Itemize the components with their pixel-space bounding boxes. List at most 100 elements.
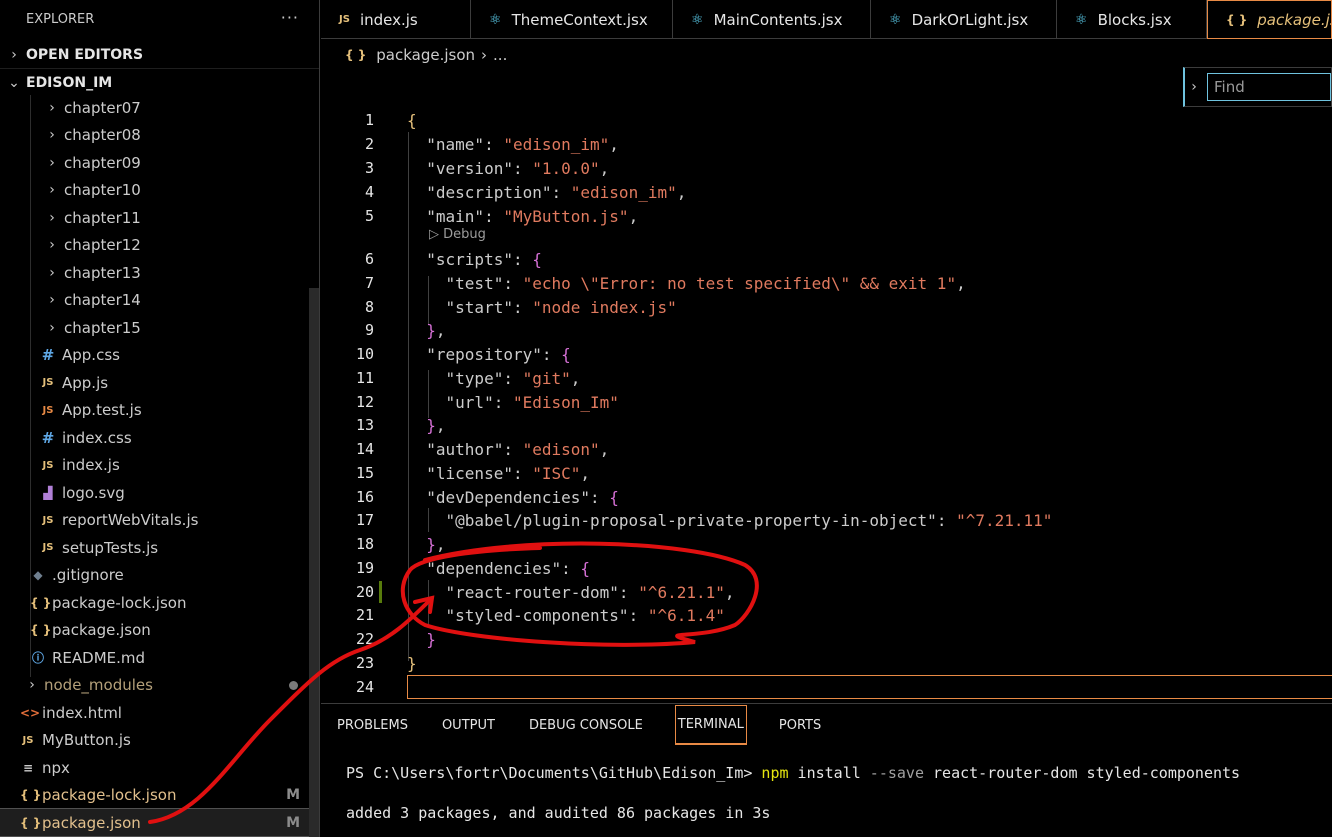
- tab-output[interactable]: OUTPUT: [440, 704, 497, 746]
- file-tree-item-label: index.css: [62, 428, 132, 447]
- file-tree-item[interactable]: ◆ .gitignore: [0, 562, 319, 589]
- file-tree-item-label: setupTests.js: [62, 538, 159, 557]
- tab-label: MainContents.jsx: [713, 10, 843, 29]
- code-line: 9 },: [364, 320, 446, 340]
- file-tree-item-label: reportWebVitals.js: [62, 511, 199, 529]
- chevron-right-icon: ›: [49, 292, 55, 308]
- file-tree-item[interactable]: › chapter13: [0, 259, 319, 286]
- file-tree-item[interactable]: JS MyButton.js: [0, 727, 319, 754]
- breadcrumb-file[interactable]: package.json: [376, 46, 475, 64]
- js-file-icon: JS: [22, 734, 34, 746]
- react-icon: ⚛: [889, 11, 902, 28]
- file-tree-item[interactable]: <> index.html: [0, 699, 319, 726]
- file-tree-item[interactable]: # App.css: [0, 342, 319, 369]
- terminal-prompt: PS C:\Users\fortr\Documents\GitHub\Ediso…: [346, 764, 762, 782]
- code-line: 7 "test": "echo \"Error: no test specifi…: [364, 273, 966, 293]
- sidebar-scrollbar[interactable]: [309, 288, 319, 837]
- file-tree-item-label: App.test.js: [62, 401, 142, 419]
- file-tree-item-label: index.html: [42, 703, 122, 722]
- file-tree-item[interactable]: { } package.json: [0, 617, 319, 644]
- file-tree-item-label: chapter12: [64, 236, 141, 254]
- file-tree-item[interactable]: JS setupTests.js: [0, 534, 319, 561]
- gitignore-icon: ◆: [33, 568, 43, 582]
- find-input[interactable]: [1207, 73, 1331, 101]
- workspace-root-label: EDISON_IM: [26, 74, 113, 91]
- debug-codelens[interactable]: ▷ Debug: [429, 227, 486, 242]
- tab-darkorlight-jsx[interactable]: ⚛ DarkOrLight.jsx: [871, 0, 1057, 39]
- html-file-icon: <>: [20, 705, 41, 720]
- breadcrumb-separator-icon: ›: [481, 46, 488, 64]
- react-icon: ⚛: [489, 11, 502, 28]
- json-file-icon: { }: [30, 595, 52, 610]
- file-tree-item[interactable]: › chapter12: [0, 232, 319, 259]
- file-tree-item[interactable]: › chapter09: [0, 149, 319, 176]
- file-tree-item[interactable]: › chapter15: [0, 314, 319, 341]
- file-tree-item[interactable]: { } package-lock.json: [0, 589, 319, 616]
- js-file-icon: JS: [339, 14, 350, 25]
- code-line: 5 "main": "MyButton.js",: [364, 206, 639, 226]
- tab-debug-console[interactable]: DEBUG CONSOLE: [527, 704, 645, 746]
- file-tree-item[interactable]: # index.css: [0, 424, 319, 451]
- tab-blocks-jsx[interactable]: ⚛ Blocks.jsx: [1057, 0, 1207, 39]
- chevron-right-icon: ›: [49, 209, 55, 226]
- json-file-icon: { }: [20, 815, 42, 830]
- editor-tabs: JS index.js ⚛ ThemeContext.jsx ⚛ MainCon…: [321, 0, 1332, 39]
- code-line: 11 "type": "git",: [355, 368, 581, 388]
- explorer-sidebar: EXPLORER ··· › OPEN EDITORS ⌄ EDISON_IM …: [0, 0, 320, 837]
- file-tree-item-label: App.js: [62, 373, 109, 392]
- tab-label: Blocks.jsx: [1097, 10, 1172, 29]
- file-tree-item[interactable]: › chapter07: [0, 94, 319, 121]
- tab-index-js[interactable]: JS index.js: [321, 0, 471, 39]
- code-line: 1{: [364, 110, 417, 130]
- code-line: 18 },: [355, 534, 446, 554]
- toggle-replace-icon[interactable]: ›: [1185, 79, 1203, 95]
- json-file-icon: { }: [30, 623, 52, 637]
- terminal-flag: --save: [869, 764, 924, 782]
- file-tree-item[interactable]: { } package.json M: [0, 808, 319, 837]
- file-tree-item[interactable]: ▟ logo.svg: [0, 479, 319, 506]
- js-test-file-icon: JS: [42, 404, 54, 416]
- breadcrumb-symbols[interactable]: ...: [493, 46, 507, 64]
- tab-terminal[interactable]: TERMINAL: [674, 705, 747, 745]
- js-file-icon: JS: [42, 542, 54, 553]
- code-line: 3 "version": "1.0.0",: [364, 158, 610, 178]
- explorer-title: EXPLORER: [26, 11, 95, 27]
- code-line: 4 "description": "edison_im",: [364, 182, 687, 202]
- file-tree-item-label: package-lock.json: [52, 593, 187, 612]
- tab-maincontents-jsx[interactable]: ⚛ MainContents.jsx: [673, 0, 871, 39]
- file-tree-item[interactable]: { } package-lock.json M: [0, 782, 319, 809]
- more-actions-icon[interactable]: ···: [281, 8, 299, 27]
- code-editor[interactable]: 1{ 2 "name": "edison_im", 3 "version": "…: [321, 108, 1332, 703]
- file-tree-item[interactable]: ⓘ README.md: [0, 644, 319, 671]
- json-file-icon: { }: [1226, 12, 1248, 27]
- file-tree-item[interactable]: › node_modules: [0, 672, 319, 699]
- file-tree-item-label: README.md: [52, 648, 146, 667]
- code-line: 14 "author": "edison",: [355, 439, 610, 459]
- file-tree-item-label: MyButton.js: [42, 731, 131, 749]
- chevron-right-icon: ›: [49, 127, 55, 143]
- tab-package-json[interactable]: { } package.json: [1207, 0, 1332, 39]
- open-editors-section[interactable]: › OPEN EDITORS: [0, 41, 319, 68]
- code-line: 23}: [355, 653, 417, 673]
- tab-ports[interactable]: PORTS: [777, 704, 823, 746]
- file-tree-item[interactable]: JS reportWebVitals.js: [0, 507, 319, 534]
- file-tree-item[interactable]: › chapter11: [0, 204, 319, 231]
- file-tree-item[interactable]: › chapter08: [0, 122, 319, 149]
- file-tree-item[interactable]: JS App.test.js: [0, 397, 319, 424]
- code-line: 21 "styled-components": "^6.1.4": [355, 605, 725, 625]
- file-tree-item[interactable]: › chapter10: [0, 177, 319, 204]
- file-tree-item[interactable]: JS App.js: [0, 369, 319, 396]
- terminal-command-line[interactable]: PS C:\Users\fortr\Documents\GitHub\Ediso…: [346, 764, 1240, 782]
- file-tree-item[interactable]: JS index.js: [0, 452, 319, 479]
- file-tree-item[interactable]: ≡ npx: [0, 754, 319, 781]
- chevron-right-icon: ›: [11, 46, 17, 63]
- panel-tabs: PROBLEMS OUTPUT DEBUG CONSOLE TERMINAL P…: [335, 704, 853, 746]
- react-icon: ⚛: [691, 11, 704, 28]
- workspace-root-section[interactable]: ⌄ EDISON_IM: [0, 69, 319, 96]
- code-line: 8 "start": "node index.js": [364, 297, 677, 317]
- tab-label: index.js: [359, 10, 418, 29]
- tab-problems[interactable]: PROBLEMS: [335, 704, 410, 746]
- file-tree-item[interactable]: › chapter14: [0, 287, 319, 314]
- chevron-down-icon: ⌄: [8, 74, 20, 91]
- tab-themecontext-jsx[interactable]: ⚛ ThemeContext.jsx: [471, 0, 673, 39]
